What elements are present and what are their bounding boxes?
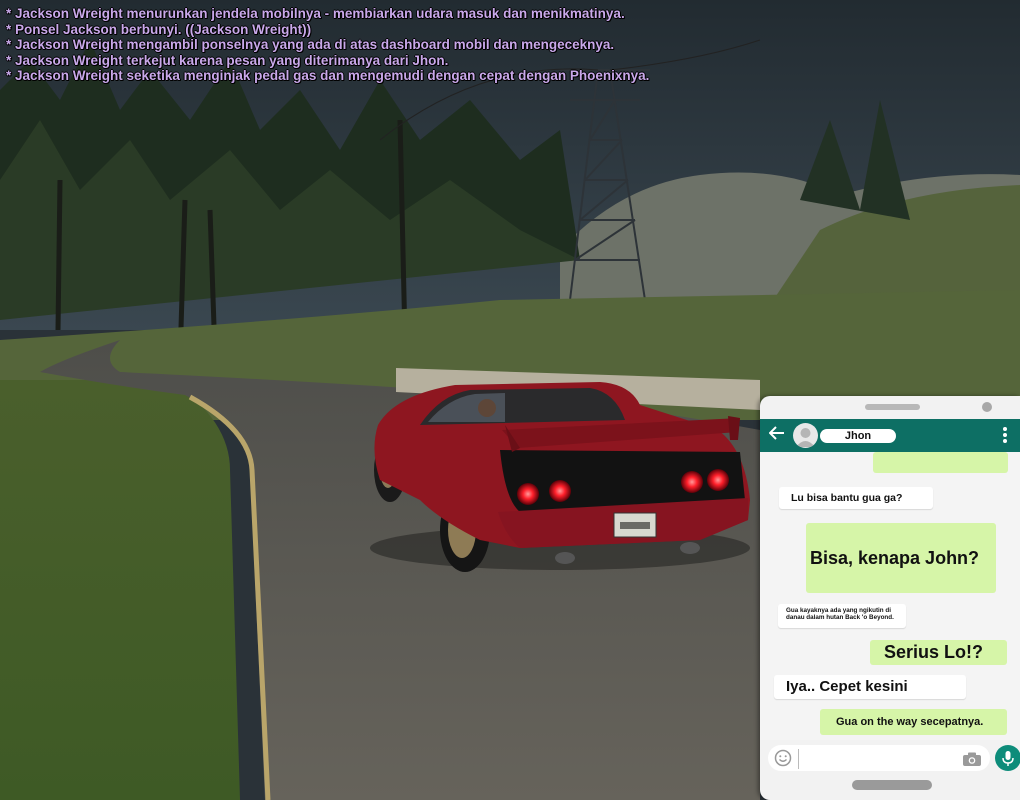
grass-left	[0, 380, 240, 800]
message-sent: Bisa, kenapa John?	[806, 523, 996, 593]
message-sent: Gua on the way secepatnya.	[820, 709, 1007, 735]
camera-icon[interactable]	[962, 751, 982, 766]
kebab-menu-icon[interactable]	[1000, 425, 1010, 447]
phone-overlay: Jhon Lu bisa bantu gua ga? Bisa, kenapa …	[760, 396, 1020, 800]
user-avatar-icon[interactable]	[793, 423, 818, 448]
chat-log-line: * Jackson Wreight mengambil ponselnya ya…	[6, 37, 615, 52]
front-camera	[982, 402, 992, 412]
message-received: Lu bisa bantu gua ga?	[779, 487, 933, 509]
arrow-left-icon[interactable]	[766, 422, 788, 448]
microphone-icon[interactable]	[995, 745, 1020, 771]
message-input[interactable]	[798, 749, 957, 769]
chat-log-line: * Jackson Wreight terkejut karena pesan …	[6, 52, 449, 68]
tail-light	[517, 483, 539, 505]
chat-log-line: * Jackson Wreight seketika menginjak ped…	[6, 68, 650, 83]
message-sent	[873, 452, 1008, 473]
tail-light	[707, 469, 729, 491]
chat-log-line: * Ponsel Jackson berbunyi. ((Jackson Wre…	[6, 21, 312, 37]
message-received: Gua kayaknya ada yang ngikutin di danau …	[778, 604, 906, 628]
message-list: Lu bisa bantu gua ga? Bisa, kenapa John?…	[760, 452, 1020, 740]
contact-name[interactable]: Jhon	[820, 429, 896, 443]
message-received: Iya.. Cepet kesini	[774, 675, 966, 699]
message-sent: Serius Lo!?	[870, 640, 1007, 665]
home-indicator	[852, 780, 932, 790]
emoji-icon[interactable]	[774, 749, 792, 767]
tail-light	[549, 480, 571, 502]
chat-log: * Jackson Wreight menurunkan jendela mob…	[6, 6, 649, 84]
chat-app-bar: Jhon	[760, 419, 1020, 452]
phone-speaker	[865, 404, 920, 410]
tail-light	[681, 471, 703, 493]
message-input-bar	[768, 745, 990, 771]
chat-log-line: * Jackson Wreight menurunkan jendela mob…	[6, 6, 625, 21]
